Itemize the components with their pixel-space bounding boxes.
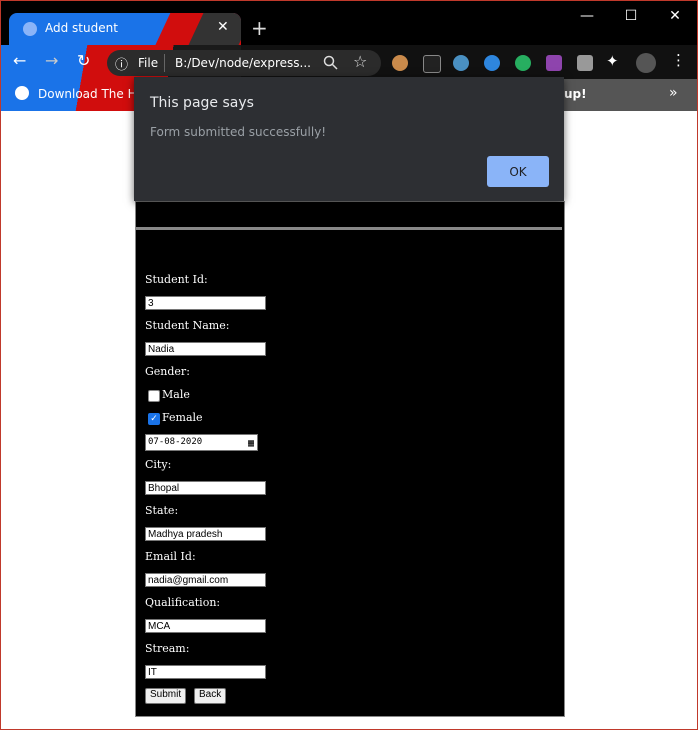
student-id-input[interactable]: 3: [145, 296, 266, 310]
student-id-label: Student Id:: [145, 273, 208, 286]
extension-icon[interactable]: [484, 55, 500, 71]
date-input[interactable]: 07-08-2020 ▦: [145, 434, 258, 451]
male-label: Male: [162, 388, 190, 401]
url-text[interactable]: B:/Dev/node/express...: [175, 56, 311, 70]
dialog-message: Form submitted successfully!: [150, 125, 327, 139]
male-checkbox[interactable]: [148, 390, 160, 402]
bookmark-item[interactable]: up!: [564, 87, 587, 101]
female-label: Female: [162, 411, 203, 424]
submit-button[interactable]: Submit: [145, 688, 187, 704]
email-label: Email Id:: [145, 550, 196, 563]
date-value: 07-08-2020: [148, 437, 203, 447]
cookie-extension-icon[interactable]: [392, 55, 408, 71]
qualification-label: Qualification:: [145, 596, 221, 609]
city-input[interactable]: Bhopal: [145, 481, 266, 495]
extension-icon[interactable]: [577, 55, 593, 71]
new-tab-button[interactable]: +: [251, 16, 268, 40]
extension-icon[interactable]: [515, 55, 531, 71]
dialog-title: This page says: [150, 95, 254, 111]
alert-dialog: This page says Form submitted successful…: [134, 77, 564, 201]
gender-label: Gender:: [145, 365, 190, 378]
zoom-icon[interactable]: [323, 55, 339, 71]
city-label: City:: [145, 458, 172, 471]
bookmark-star-icon[interactable]: ☆: [353, 52, 367, 71]
state-input[interactable]: Madhya pradesh: [145, 527, 266, 541]
omnibox-divider: [164, 54, 165, 72]
tab-add-student[interactable]: Add student ✕: [9, 13, 241, 45]
calendar-icon[interactable]: ▦: [248, 436, 254, 451]
back-button[interactable]: ←: [13, 51, 26, 70]
reload-button[interactable]: ↻: [77, 51, 90, 70]
female-checkbox[interactable]: ✓: [148, 413, 160, 425]
extension-icon[interactable]: [453, 55, 469, 71]
pdf-extension-icon[interactable]: [546, 55, 562, 71]
avatar[interactable]: [636, 53, 656, 73]
close-window-button[interactable]: ✕: [653, 1, 697, 31]
info-icon[interactable]: ⓘ: [115, 54, 128, 73]
forward-button[interactable]: →: [45, 51, 58, 70]
student-name-label: Student Name:: [145, 319, 230, 332]
browser-window: Add student ✕ + — ☐ ✕ ← → ↻ ⓘ File B:/De…: [0, 0, 698, 730]
minimize-button[interactable]: —: [565, 1, 609, 31]
ok-button[interactable]: OK: [487, 156, 549, 187]
globe-icon: [15, 86, 29, 100]
student-name-input[interactable]: Nadia: [145, 342, 266, 356]
maximize-button[interactable]: ☐: [609, 1, 653, 31]
stream-input[interactable]: IT: [145, 665, 266, 679]
back-button-form[interactable]: Back: [194, 688, 227, 704]
divider: [136, 227, 562, 230]
stream-label: Stream:: [145, 642, 190, 655]
close-tab-icon[interactable]: ✕: [217, 19, 229, 35]
puzzle-icon[interactable]: ✦: [606, 52, 619, 70]
state-label: State:: [145, 504, 179, 517]
extension-icon[interactable]: [423, 55, 441, 73]
bookmarks-overflow-icon[interactable]: »: [669, 85, 678, 101]
globe-icon: [23, 22, 37, 36]
scheme-label: File: [138, 56, 159, 70]
tab-title: Add student: [45, 21, 118, 35]
menu-icon[interactable]: ⋮: [671, 51, 686, 69]
qualification-input[interactable]: MCA: [145, 619, 266, 633]
email-input[interactable]: nadia@gmail.com: [145, 573, 266, 587]
